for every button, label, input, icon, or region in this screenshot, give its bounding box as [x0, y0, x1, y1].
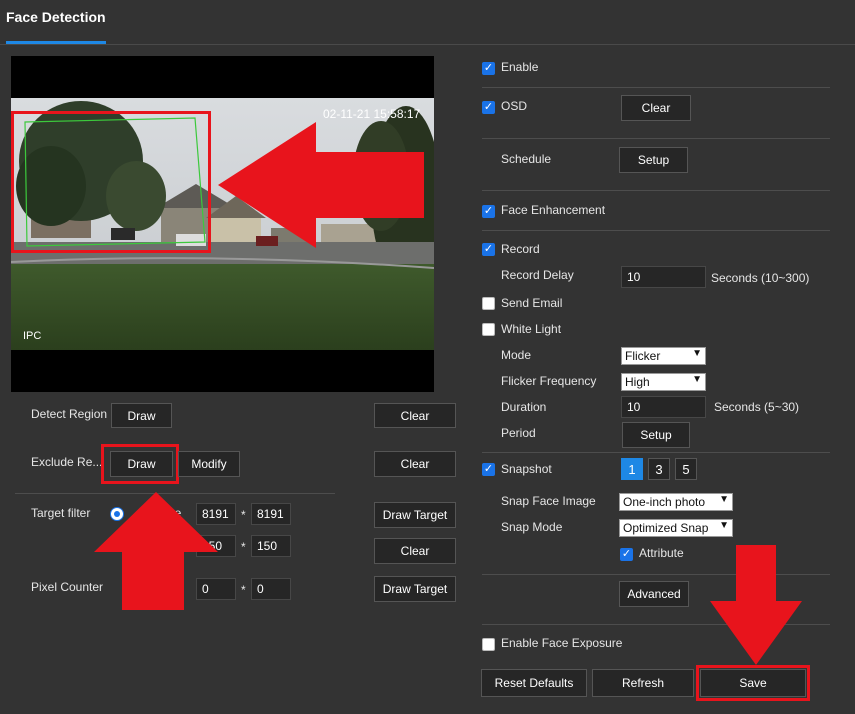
tab-bar — [0, 0, 855, 45]
snap-mode-select[interactable]: Optimized Snap ▼ — [619, 519, 733, 537]
schedule-label: Schedule — [501, 152, 552, 166]
duration-label: Duration — [501, 400, 547, 414]
flicker-frequency-label: Flicker Frequency — [501, 374, 597, 388]
snap-count-1[interactable]: 1 — [621, 458, 643, 480]
draw-target-button[interactable]: Draw Target — [374, 502, 456, 528]
chevron-down-icon: ▼ — [717, 520, 729, 531]
send-email-label: Send Email — [501, 296, 563, 310]
enable-label: Enable — [501, 60, 539, 74]
video-timestamp: 02-11-21 15:58:17 — [323, 107, 421, 121]
osd-clear-button[interactable]: Clear — [621, 95, 691, 121]
mode-select-value: Flicker — [625, 349, 661, 363]
snap-count-3[interactable]: 3 — [648, 458, 670, 480]
face-enhancement-checkbox[interactable]: ✓ — [482, 205, 495, 218]
record-delay-input[interactable]: 10 — [621, 266, 706, 288]
snap-mode-value: Optimized Snap — [623, 521, 709, 535]
white-light-checkbox[interactable] — [482, 323, 495, 336]
annotation-arrow-down — [710, 545, 802, 665]
annotation-arrow-up — [94, 492, 218, 610]
snap-face-image-label: Snap Face Image — [501, 494, 596, 508]
chevron-down-icon: ▼ — [692, 348, 702, 359]
divider-1 — [482, 87, 830, 88]
tab-face-detection[interactable]: Face Detection — [6, 9, 106, 25]
video-channel-label: IPC — [23, 330, 41, 342]
chevron-down-icon: ▼ — [692, 374, 702, 385]
draw-target-button-2[interactable]: Draw Target — [374, 576, 456, 602]
exclude-region-clear-button[interactable]: Clear — [374, 451, 456, 477]
period-label: Period — [501, 426, 536, 440]
annotation-highlight-save — [696, 665, 810, 701]
duration-input[interactable]: 10 — [621, 396, 706, 418]
enable-checkbox[interactable]: ✓ — [482, 62, 495, 75]
record-delay-label: Record Delay — [501, 268, 574, 282]
flicker-frequency-select[interactable]: High ▼ — [621, 373, 706, 391]
annotation-arrow-left — [218, 122, 424, 248]
osd-checkbox[interactable]: ✓ — [482, 101, 495, 114]
detect-region-draw-button[interactable]: Draw — [111, 403, 172, 428]
min-times: * — [241, 540, 246, 554]
min-height-input[interactable]: 150 — [251, 535, 291, 557]
send-email-checkbox[interactable] — [482, 297, 495, 310]
refresh-button[interactable]: Refresh — [592, 669, 694, 697]
enable-face-exposure-label: Enable Face Exposure — [501, 636, 623, 650]
advanced-button[interactable]: Advanced — [619, 581, 689, 607]
snapshot-label: Snapshot — [501, 462, 552, 476]
attribute-checkbox[interactable]: ✓ — [620, 548, 633, 561]
snap-mode-label: Snap Mode — [501, 520, 563, 534]
divider-3 — [482, 190, 830, 191]
mode-select[interactable]: Flicker ▼ — [621, 347, 706, 365]
annotation-highlight-draw — [101, 444, 179, 484]
annotation-highlight-video — [11, 111, 211, 253]
clear-target-button[interactable]: Clear — [374, 538, 456, 564]
snap-count-5[interactable]: 5 — [675, 458, 697, 480]
target-filter-label: Target filter — [31, 506, 91, 520]
schedule-setup-button[interactable]: Setup — [619, 147, 688, 173]
pixel-counter-label: Pixel Counter — [31, 580, 104, 594]
pixel-times: * — [241, 583, 246, 597]
attribute-label: Attribute — [639, 546, 684, 560]
face-enhancement-label: Face Enhancement — [501, 203, 606, 217]
mode-label: Mode — [501, 348, 532, 362]
exclude-region-modify-button[interactable]: Modify — [178, 451, 240, 477]
divider-5 — [482, 452, 830, 453]
flicker-frequency-value: High — [625, 375, 650, 389]
white-light-label: White Light — [501, 322, 562, 336]
max-height-input[interactable]: 8191 — [251, 503, 291, 525]
pixel-height-input[interactable]: 0 — [251, 578, 291, 600]
snapshot-checkbox[interactable]: ✓ — [482, 463, 495, 476]
snap-face-image-value: One-inch photo — [623, 495, 706, 509]
snap-face-image-select[interactable]: One-inch photo ▼ — [619, 493, 733, 511]
duration-unit: Seconds (5~30) — [714, 400, 800, 414]
max-times: * — [241, 508, 246, 522]
divider-2 — [482, 138, 830, 139]
detect-region-clear-button[interactable]: Clear — [374, 403, 456, 428]
record-delay-unit: Seconds (10~300) — [711, 271, 810, 285]
exclude-region-label: Exclude Re... — [31, 455, 103, 469]
period-setup-button[interactable]: Setup — [622, 422, 690, 448]
tab-active-indicator — [6, 41, 106, 44]
osd-label: OSD — [501, 99, 528, 113]
record-checkbox[interactable]: ✓ — [482, 243, 495, 256]
detect-region-label: Detect Region — [31, 407, 108, 421]
record-label: Record — [501, 242, 540, 256]
chevron-down-icon: ▼ — [717, 494, 729, 505]
reset-defaults-button[interactable]: Reset Defaults — [481, 669, 587, 697]
divider-4 — [482, 230, 830, 231]
enable-face-exposure-checkbox[interactable] — [482, 638, 495, 651]
